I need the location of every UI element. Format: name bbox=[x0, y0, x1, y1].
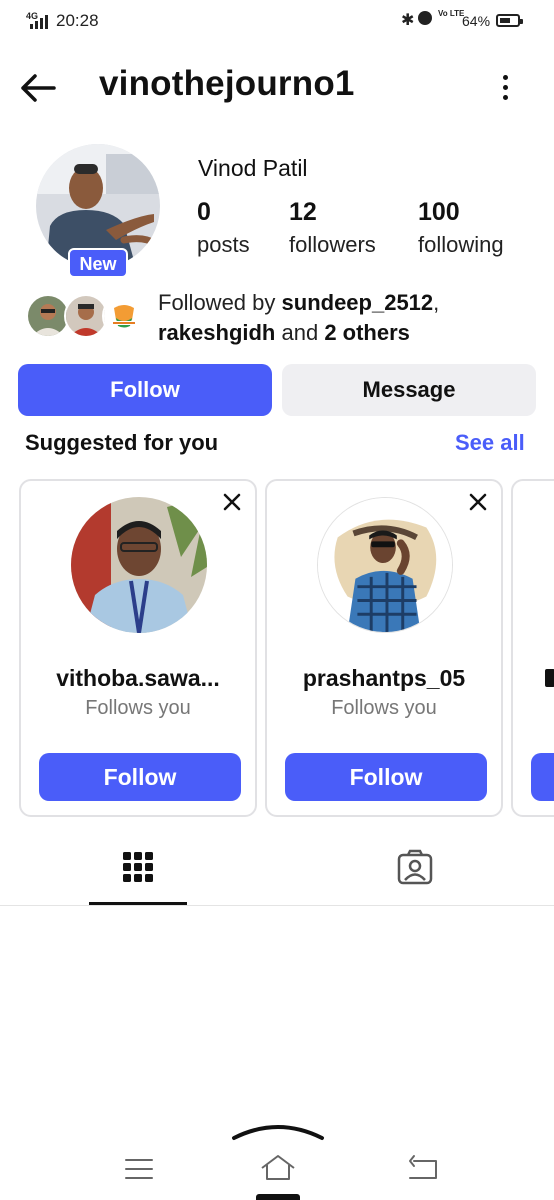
status-bar: 4G 20:28 ✱ Vo LTE 64% bbox=[0, 0, 554, 44]
suggested-username[interactable]: prashantps_05 bbox=[267, 665, 501, 692]
avatar bbox=[102, 294, 146, 338]
see-all-link[interactable]: See all bbox=[455, 430, 525, 456]
tabs-divider bbox=[0, 905, 554, 906]
suggested-subtitle: Follows you bbox=[85, 697, 191, 719]
arrow-left-icon bbox=[21, 74, 56, 102]
alarm-icon bbox=[418, 11, 432, 25]
back-button[interactable] bbox=[18, 68, 58, 108]
home-indicator[interactable] bbox=[256, 1194, 300, 1200]
close-icon[interactable] bbox=[221, 491, 243, 513]
followed-by-text[interactable]: Followed by sundeep_2512, rakeshgidh and … bbox=[158, 288, 538, 348]
followers-label[interactable]: followers bbox=[289, 232, 376, 258]
bluetooth-icon: ✱ bbox=[401, 12, 415, 29]
suggestion-card[interactable] bbox=[511, 479, 554, 817]
more-options-button[interactable] bbox=[488, 70, 522, 104]
suggested-title: Suggested for you bbox=[25, 430, 219, 455]
battery-icon bbox=[496, 14, 523, 27]
suggested-subtitle: Follows you bbox=[331, 697, 437, 719]
mutual-user-link[interactable]: sundeep_2512 bbox=[282, 290, 434, 315]
posts-count: 0 bbox=[197, 198, 211, 226]
signal-icon bbox=[30, 13, 48, 29]
avatar[interactable] bbox=[317, 497, 453, 633]
suggestion-card[interactable]: prashantps_05 Follows you Follow bbox=[265, 479, 503, 817]
tab-tagged[interactable] bbox=[370, 845, 460, 905]
suggested-follow-button[interactable]: Follow bbox=[285, 753, 487, 801]
message-button[interactable]: Message bbox=[282, 364, 536, 416]
back-nav-icon[interactable] bbox=[406, 1152, 440, 1182]
suggestion-card[interactable]: vithoba.sawa... Follows you Follow bbox=[19, 479, 257, 817]
tagged-icon bbox=[397, 849, 433, 885]
profile-username: vinothejourno1 bbox=[99, 64, 355, 103]
profile-full-name: Vinod Patil bbox=[198, 155, 308, 181]
close-icon[interactable] bbox=[467, 491, 489, 513]
battery-percentage: 64% bbox=[462, 13, 491, 29]
new-badge: New bbox=[68, 248, 128, 278]
home-icon[interactable] bbox=[258, 1152, 298, 1182]
tab-posts-grid[interactable] bbox=[90, 845, 187, 905]
mutual-others-link[interactable]: 2 others bbox=[324, 320, 410, 345]
more-vertical-icon bbox=[502, 74, 508, 80]
suggested-follow-button[interactable]: Follow bbox=[39, 753, 241, 801]
clock: 20:28 bbox=[56, 11, 99, 30]
followers-count[interactable]: 12 bbox=[289, 198, 317, 227]
follow-button[interactable]: Follow bbox=[18, 364, 272, 416]
following-count[interactable]: 100 bbox=[418, 198, 460, 227]
posts-label: posts bbox=[197, 232, 250, 257]
avatar[interactable] bbox=[71, 497, 207, 633]
volte-indicator: Vo LTE bbox=[438, 9, 465, 18]
mutual-followers-avatars[interactable] bbox=[26, 294, 146, 340]
following-label[interactable]: following bbox=[418, 232, 504, 258]
mutual-user-link[interactable]: rakeshgidh bbox=[158, 320, 275, 345]
suggested-username[interactable]: vithoba.sawa... bbox=[21, 665, 255, 692]
menu-icon[interactable] bbox=[124, 1156, 154, 1182]
grid-icon bbox=[123, 852, 153, 882]
